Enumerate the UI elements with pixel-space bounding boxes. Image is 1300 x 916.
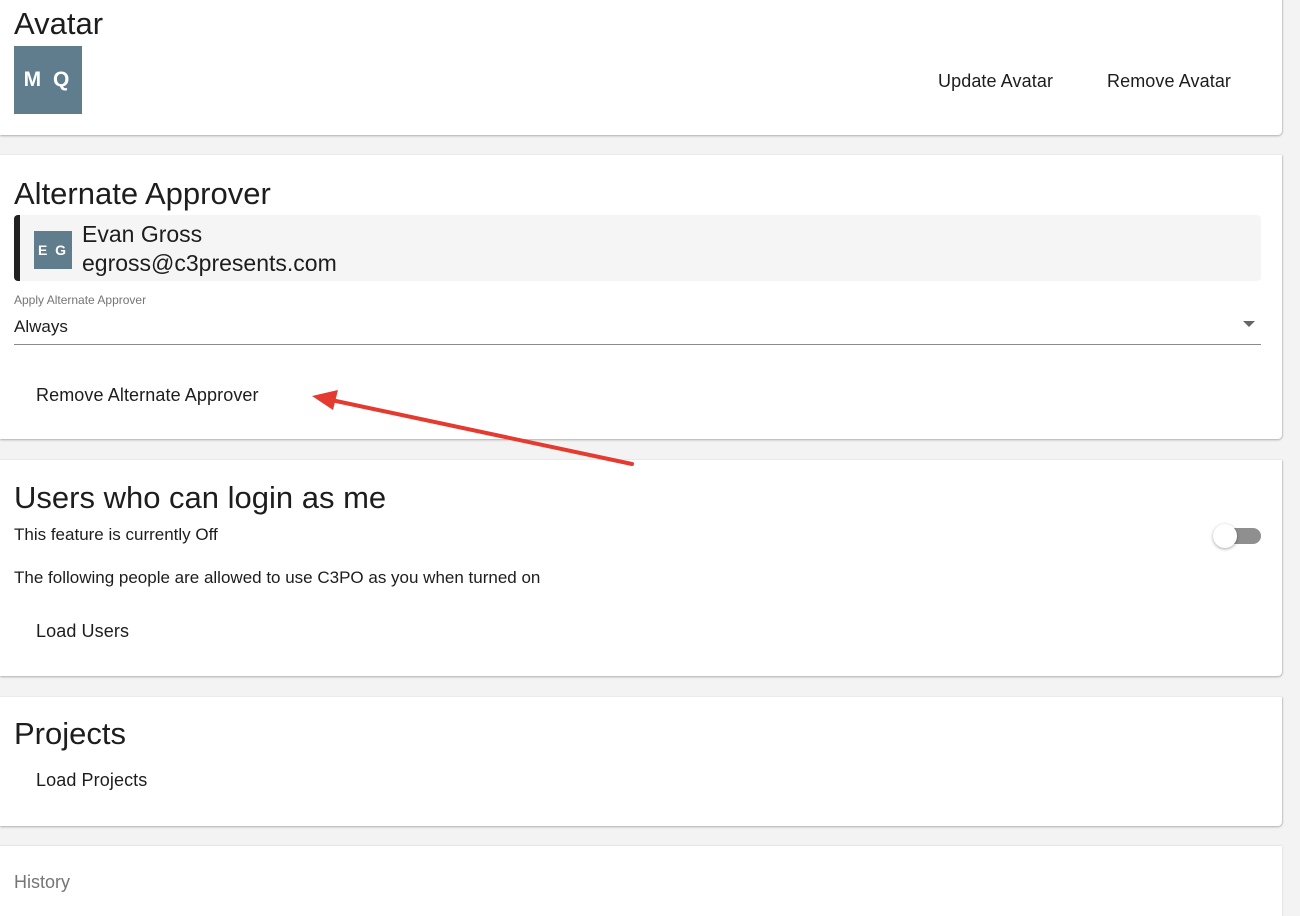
apply-approver-select[interactable]: Always	[14, 313, 1261, 345]
feature-description: The following people are allowed to use …	[14, 568, 541, 587]
avatar-card: Avatar M Q Update Avatar Remove Avatar	[0, 0, 1282, 135]
load-users-button[interactable]: Load Users	[36, 622, 129, 640]
approver-email: egross@c3presents.com	[82, 250, 337, 276]
approver-avatar: E G	[34, 231, 72, 269]
approver-name: Evan Gross	[82, 221, 203, 247]
alternate-approver-title: Alternate Approver	[14, 176, 271, 211]
approver-chip: E G Evan Gross egross@c3presents.com	[14, 215, 1261, 281]
history-label: History	[14, 872, 71, 892]
toggle-thumb	[1213, 524, 1237, 548]
profile-page: Avatar M Q Update Avatar Remove Avatar A…	[0, 0, 1300, 916]
login-as-me-card: Users who can login as me This feature i…	[0, 460, 1282, 676]
login-as-me-toggle[interactable]	[1211, 524, 1263, 550]
apply-approver-label: Apply Alternate Approver	[14, 293, 147, 307]
update-avatar-button[interactable]: Update Avatar	[938, 72, 1053, 90]
remove-avatar-button[interactable]: Remove Avatar	[1107, 72, 1231, 90]
apply-approver-value: Always	[14, 317, 68, 336]
alternate-approver-card: Alternate Approver E G Evan Gross egross…	[0, 155, 1282, 439]
avatar-section-title: Avatar	[14, 6, 104, 41]
history-card: History	[0, 846, 1282, 916]
chevron-down-icon	[1243, 321, 1255, 327]
avatar: M Q	[14, 46, 82, 114]
feature-status-text: This feature is currently Off	[14, 525, 218, 544]
projects-card: Projects Load Projects	[0, 697, 1282, 826]
projects-title: Projects	[14, 716, 126, 751]
load-projects-button[interactable]: Load Projects	[36, 771, 147, 789]
remove-alternate-approver-button[interactable]: Remove Alternate Approver	[36, 386, 259, 404]
login-as-me-title: Users who can login as me	[14, 480, 387, 515]
